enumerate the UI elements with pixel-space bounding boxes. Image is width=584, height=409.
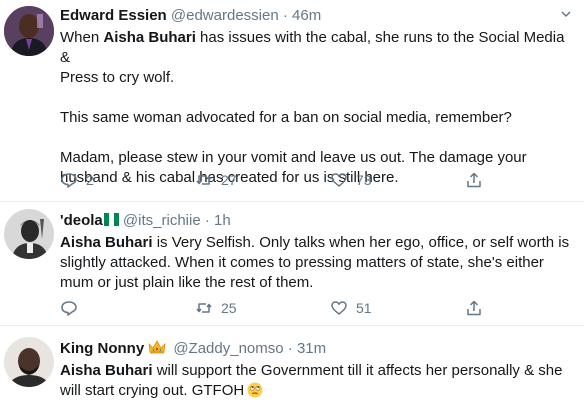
heart-icon (331, 173, 347, 187)
avatar[interactable] (4, 6, 54, 56)
tweet-text: When Aisha Buhari has issues with the ca… (60, 29, 565, 186)
share-icon (467, 300, 481, 316)
tweet[interactable]: King Nonny @Zaddy_nomso · 31m Aisha Buha… (0, 326, 584, 409)
mention-bold: Aisha Buhari (60, 362, 153, 379)
reply-button[interactable]: 2 (60, 170, 94, 190)
tweet[interactable]: Edward Essien @edwardessien · 46m When A… (0, 0, 584, 202)
retweet-icon (196, 303, 212, 313)
display-name[interactable]: King Nonny (60, 340, 144, 357)
reply-button[interactable] (60, 298, 78, 318)
nigeria-flag-icon (103, 213, 119, 226)
tweet-actions: 25 51 (60, 298, 500, 318)
avatar[interactable] (4, 337, 54, 387)
handle[interactable]: @Zaddy_nomso (173, 340, 283, 357)
separator-dot: · (282, 7, 288, 24)
share-icon (467, 172, 481, 188)
timestamp[interactable]: 1h (214, 212, 231, 229)
handle[interactable]: @its_richiie (123, 212, 201, 229)
tweet-text: Aisha Buhari is Very Selfish. Only talks… (60, 234, 570, 291)
reply-icon (61, 301, 77, 316)
like-count: 73 (356, 172, 372, 188)
mention-bold: Aisha Buhari (60, 234, 153, 251)
separator-dot: · (287, 340, 293, 357)
like-button[interactable]: 73 (330, 170, 372, 190)
reply-icon (61, 173, 77, 188)
retweet-icon (196, 175, 212, 185)
reply-count: 2 (86, 172, 94, 188)
like-button[interactable]: 51 (330, 298, 372, 318)
heart-icon (331, 301, 347, 315)
retweet-count: 25 (221, 300, 237, 316)
tweet-header: 'deola @its_richiie · 1h (60, 211, 572, 231)
tweet-header: King Nonny @Zaddy_nomso · 31m (60, 339, 572, 359)
eye-roll-emoji-icon (247, 382, 263, 398)
share-button[interactable] (465, 170, 483, 190)
mention-bold: Aisha Buhari (103, 29, 196, 46)
timestamp[interactable]: 46m (292, 7, 321, 24)
display-name[interactable]: Edward Essien (60, 7, 167, 24)
chevron-down-icon[interactable] (560, 8, 572, 20)
timestamp[interactable]: 31m (297, 340, 326, 357)
retweet-count: 27 (221, 172, 237, 188)
tweet-text: Aisha Buhari will support the Government… (60, 362, 563, 399)
tweet-actions: 2 27 73 (60, 170, 500, 190)
avatar[interactable] (4, 209, 54, 259)
like-count: 51 (356, 300, 372, 316)
display-name[interactable]: 'deola (60, 212, 103, 229)
share-button[interactable] (465, 298, 483, 318)
separator-dot: · (204, 212, 210, 229)
tweet-header: Edward Essien @edwardessien · 46m (60, 6, 572, 26)
handle[interactable]: @edwardessien (171, 7, 279, 24)
retweet-button[interactable]: 27 (195, 170, 237, 190)
tweet[interactable]: 'deola @its_richiie · 1h Aisha Buhari is… (0, 202, 584, 326)
crown-icon (148, 340, 166, 354)
retweet-button[interactable]: 25 (195, 298, 237, 318)
